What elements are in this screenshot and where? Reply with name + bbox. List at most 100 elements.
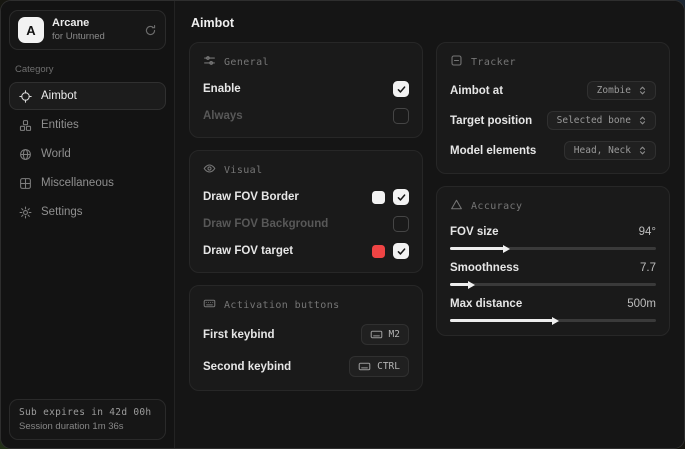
- app-window: A Arcane for Unturned Category Aimbot: [0, 0, 685, 449]
- keyboard-icon: [203, 297, 216, 313]
- setting-label: Draw FOV Border: [203, 191, 299, 203]
- enable-checkbox[interactable]: [393, 81, 409, 97]
- select-value: Head, Neck: [574, 145, 631, 156]
- slider-value: 500m: [627, 298, 656, 310]
- refresh-icon[interactable]: [144, 24, 157, 37]
- slider-value: 94°: [639, 226, 656, 238]
- model-elements-select[interactable]: Head, Neck: [564, 141, 656, 160]
- globe-icon: [19, 148, 32, 161]
- smoothness-slider[interactable]: [450, 283, 656, 286]
- slider-thumb[interactable]: [450, 283, 469, 286]
- sliders-icon: [203, 54, 216, 70]
- select-value: Selected bone: [557, 115, 631, 126]
- chevron-up-down-icon: [637, 145, 648, 156]
- sidebar-item-miscellaneous[interactable]: Miscellaneous: [9, 169, 166, 197]
- grid-icon: [19, 177, 32, 190]
- aimbot-at-select[interactable]: Zombie: [587, 81, 656, 100]
- section-title: Activation buttons: [224, 300, 340, 311]
- setting-row-fov-border: Draw FOV Border: [203, 189, 409, 205]
- sidebar-item-label: Settings: [41, 206, 83, 218]
- keybind-value: M2: [389, 329, 400, 340]
- second-keybind-button[interactable]: CTRL: [349, 356, 409, 377]
- slider-thumb[interactable]: [450, 319, 553, 322]
- brand-name: Arcane: [52, 17, 105, 31]
- eye-icon: [203, 162, 216, 178]
- setting-label: Draw FOV target: [203, 245, 293, 257]
- sidebar-item-world[interactable]: World: [9, 140, 166, 168]
- main-panel: Aimbot General: [175, 1, 684, 448]
- color-swatch[interactable]: [372, 245, 385, 258]
- gear-icon: [19, 206, 32, 219]
- setting-label: Max distance: [450, 298, 522, 310]
- setting-row-fov-size: FOV size 94°: [450, 226, 656, 250]
- setting-label: First keybind: [203, 329, 275, 341]
- setting-row-smoothness: Smoothness 7.7: [450, 262, 656, 286]
- triangle-icon: [450, 198, 463, 214]
- setting-label: Smoothness: [450, 262, 519, 274]
- accuracy-card: Accuracy FOV size 94° Smoothness: [436, 186, 670, 336]
- sidebar-nav: Aimbot Entities World: [9, 82, 166, 226]
- sidebar-item-label: Aimbot: [41, 90, 77, 102]
- sidebar-item-label: Entities: [41, 119, 79, 131]
- slider-value: 7.7: [640, 262, 656, 274]
- entities-icon: [19, 119, 32, 132]
- fov-target-checkbox[interactable]: [393, 243, 409, 259]
- section-title: Accuracy: [471, 201, 522, 212]
- chevron-up-down-icon: [637, 115, 648, 126]
- setting-label: Enable: [203, 83, 241, 95]
- page-title: Aimbot: [191, 16, 670, 30]
- sidebar-item-settings[interactable]: Settings: [9, 198, 166, 226]
- setting-label: Target position: [450, 115, 532, 127]
- setting-label: Always: [203, 110, 243, 122]
- max-distance-slider[interactable]: [450, 319, 656, 322]
- sidebar-item-aimbot[interactable]: Aimbot: [9, 82, 166, 110]
- setting-label: Draw FOV Background: [203, 218, 328, 230]
- sidebar-item-entities[interactable]: Entities: [9, 111, 166, 139]
- setting-row-first-keybind: First keybind M2: [203, 324, 409, 345]
- subscription-card: Sub expires in 42d 00h Session duration …: [9, 399, 166, 440]
- color-swatch[interactable]: [372, 191, 385, 204]
- section-title: Visual: [224, 165, 263, 176]
- left-column: General Enable Always: [189, 42, 423, 391]
- setting-row-fov-background: Draw FOV Background: [203, 216, 409, 232]
- always-checkbox[interactable]: [393, 108, 409, 124]
- keyboard-icon: [370, 328, 383, 341]
- scan-icon: [450, 54, 463, 70]
- brand-avatar: A: [18, 17, 44, 43]
- setting-row-always: Always: [203, 108, 409, 124]
- general-card: General Enable Always: [189, 42, 423, 138]
- setting-label: Model elements: [450, 145, 536, 157]
- fov-border-checkbox[interactable]: [393, 189, 409, 205]
- subscription-expiry: Sub expires in 42d 00h: [19, 407, 156, 418]
- setting-row-max-distance: Max distance 500m: [450, 298, 656, 322]
- select-value: Zombie: [597, 85, 631, 96]
- category-label: Category: [15, 64, 160, 75]
- sidebar-item-label: World: [41, 148, 71, 160]
- tracker-card: Tracker Aimbot at Zombie: [436, 42, 670, 174]
- chevron-up-down-icon: [637, 85, 648, 96]
- setting-row-enable: Enable: [203, 81, 409, 97]
- sidebar: A Arcane for Unturned Category Aimbot: [1, 1, 175, 448]
- setting-row-target-position: Target position Selected bone: [450, 111, 656, 130]
- setting-label: Second keybind: [203, 361, 291, 373]
- setting-label: Aimbot at: [450, 85, 503, 97]
- target-position-select[interactable]: Selected bone: [547, 111, 656, 130]
- right-column: Tracker Aimbot at Zombie: [436, 42, 670, 336]
- slider-thumb[interactable]: [450, 247, 504, 250]
- section-title: Tracker: [471, 57, 516, 68]
- brand-text: Arcane for Unturned: [52, 17, 105, 43]
- session-duration: Session duration 1m 36s: [19, 421, 156, 432]
- setting-label: FOV size: [450, 226, 499, 238]
- sidebar-item-label: Miscellaneous: [41, 177, 114, 189]
- fov-background-checkbox[interactable]: [393, 216, 409, 232]
- section-title: General: [224, 57, 269, 68]
- setting-row-model-elements: Model elements Head, Neck: [450, 141, 656, 160]
- setting-row-fov-target: Draw FOV target: [203, 243, 409, 259]
- crosshair-icon: [19, 90, 32, 103]
- setting-row-aimbot-at: Aimbot at Zombie: [450, 81, 656, 100]
- visual-card: Visual Draw FOV Border Draw FOV Backgrou…: [189, 150, 423, 273]
- fov-size-slider[interactable]: [450, 247, 656, 250]
- first-keybind-button[interactable]: M2: [361, 324, 409, 345]
- keybind-value: CTRL: [377, 361, 400, 372]
- setting-row-second-keybind: Second keybind CTRL: [203, 356, 409, 377]
